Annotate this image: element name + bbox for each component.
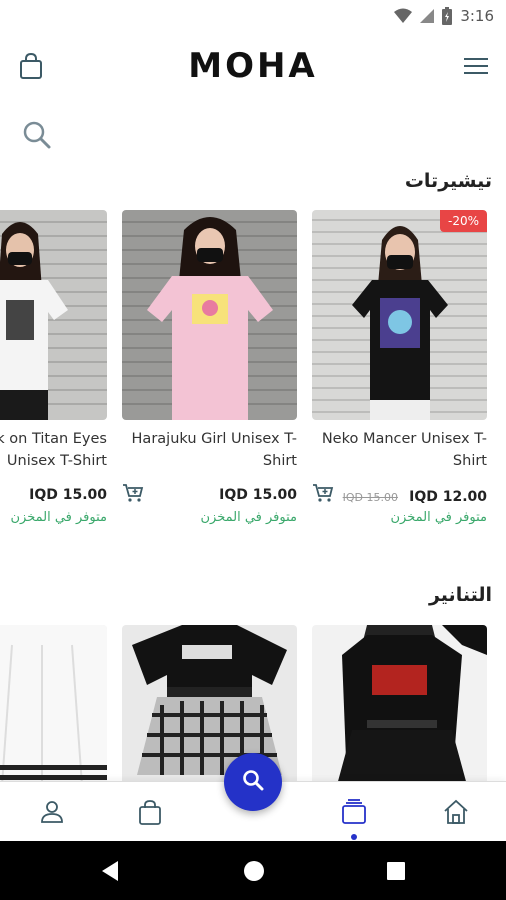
product-image[interactable]	[0, 210, 107, 420]
product-card[interactable]: Attack on Titan Eyes Unisex T-Shirt IQD …	[0, 210, 107, 525]
status-time: 3:16	[460, 7, 494, 25]
system-nav-bar	[0, 841, 506, 900]
back-icon[interactable]	[100, 860, 120, 886]
product-card[interactable]	[0, 625, 107, 781]
product-image[interactable]: -20%	[312, 210, 487, 420]
section-title-skirts: التنانير	[428, 584, 492, 606]
app-logo: MOHA	[188, 46, 318, 86]
hamburger-menu-icon[interactable]	[464, 56, 488, 76]
product-image[interactable]	[122, 210, 297, 420]
recents-icon[interactable]	[387, 862, 405, 884]
app-header: MOHA	[0, 32, 506, 102]
profile-icon[interactable]	[38, 798, 66, 826]
section-title-tshirts: تيشيرتات	[404, 170, 492, 192]
product-card[interactable]: Harajuku Girl Unisex T-Shirt IQD 15.00 م…	[122, 210, 297, 525]
product-price: IQD 12.00	[409, 488, 487, 505]
search-icon[interactable]	[22, 120, 52, 150]
product-price: IQD 15.00	[29, 487, 107, 503]
wifi-icon	[394, 8, 413, 24]
product-name[interactable]: Neko Mancer Unisex T-Shirt	[312, 428, 487, 472]
product-price: IQD 15.00	[219, 487, 297, 503]
stock-status: متوفر في المخزن	[200, 510, 297, 525]
home-circle-icon[interactable]	[243, 860, 265, 886]
product-image[interactable]	[312, 625, 487, 781]
product-name[interactable]: Attack on Titan Eyes Unisex T-Shirt	[0, 428, 107, 472]
collections-icon[interactable]	[340, 798, 368, 826]
product-name[interactable]: Harajuku Girl Unisex T-Shirt	[122, 428, 297, 472]
stock-status: متوفر في المخزن	[10, 510, 107, 525]
product-image[interactable]	[122, 625, 297, 781]
product-card[interactable]	[122, 625, 297, 781]
search-fab[interactable]	[224, 753, 282, 811]
add-to-cart-icon[interactable]	[122, 483, 144, 507]
signal-icon	[420, 8, 435, 24]
home-icon[interactable]	[442, 798, 470, 826]
add-to-cart-icon[interactable]	[312, 483, 334, 507]
old-price: IQD 15.00	[342, 490, 399, 504]
product-image[interactable]	[0, 625, 107, 781]
product-card[interactable]: -20% Neko Mancer Unisex T-Shirt IQD 15.0…	[312, 210, 487, 525]
product-carousel-tshirts[interactable]: -20% Neko Mancer Unisex T-Shirt IQD 15.0…	[0, 210, 506, 540]
status-bar: 3:16	[0, 0, 506, 32]
active-indicator	[351, 834, 357, 840]
battery-icon	[442, 7, 453, 25]
stock-status: متوفر في المخزن	[390, 510, 487, 525]
product-card[interactable]	[312, 625, 487, 781]
search-icon	[241, 768, 265, 796]
bag-icon[interactable]	[136, 798, 164, 826]
discount-badge: -20%	[439, 210, 487, 232]
